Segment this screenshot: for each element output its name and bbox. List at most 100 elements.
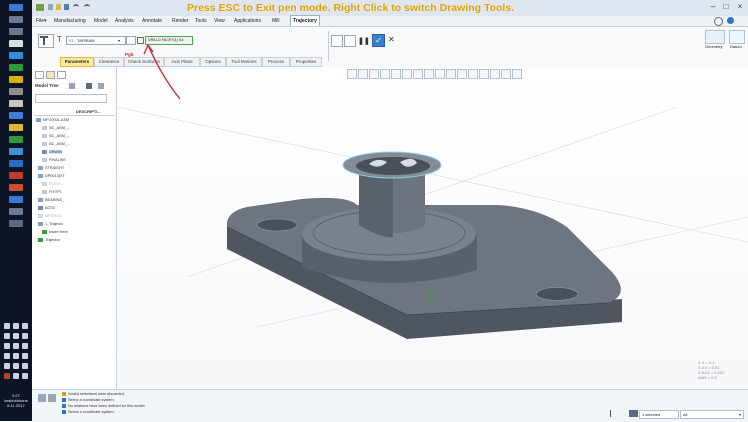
new-file-icon[interactable] (48, 4, 53, 10)
app-icon-6[interactable] (9, 136, 23, 143)
tree-filter-icon[interactable] (86, 83, 92, 89)
tray-icon-k[interactable] (13, 363, 19, 369)
subtab-process[interactable]: Process (262, 57, 290, 67)
tray-icon-b[interactable] (13, 333, 19, 339)
app-icon-11[interactable] (9, 196, 23, 203)
selection-filter-dropdown[interactable]: All ▾ (680, 410, 744, 419)
tray-icon-f[interactable] (22, 343, 28, 349)
tray-icon-l[interactable] (22, 363, 28, 369)
tray-icon-e[interactable] (13, 343, 19, 349)
tray-icon-j[interactable] (4, 363, 10, 369)
tray-icon-h[interactable] (13, 353, 19, 359)
tray-icon-n[interactable] (13, 373, 19, 379)
tab-applications[interactable]: Applications (234, 16, 261, 26)
graphics-window[interactable]: X.X = 0.1 X.XX = 0.01 X.XXX = 0.001 ANG … (117, 67, 748, 389)
file-explorer-icon[interactable] (9, 124, 23, 131)
tab-trajectory[interactable]: Trajectory (290, 15, 320, 26)
subtab-options[interactable]: Options (200, 57, 226, 67)
tray-network-icon[interactable] (13, 323, 19, 329)
app-icon-2[interactable] (9, 76, 23, 83)
tray-volume-icon[interactable] (22, 323, 28, 329)
pause-preview-button[interactable] (331, 35, 343, 47)
tray-icon-d[interactable] (4, 343, 10, 349)
app-icon-9[interactable] (9, 172, 23, 179)
tree-row[interactable]: ACS0 (38, 205, 55, 212)
tree-row[interactable]: Insert Here (42, 229, 68, 236)
datum-icon[interactable] (729, 30, 745, 44)
redo-icon[interactable] (84, 4, 90, 12)
tree-row[interactable]: MFG0001.ASM (36, 117, 69, 124)
app-icon-3[interactable] (9, 88, 23, 95)
cancel-button[interactable]: ✕ (388, 35, 395, 44)
subtab-parameters[interactable]: Parameters (60, 57, 94, 67)
tab-render[interactable]: Render (172, 16, 188, 26)
selection-count[interactable]: 1 selected (639, 410, 679, 419)
show-panel-icon[interactable] (38, 394, 46, 402)
help-icon[interactable] (727, 17, 734, 24)
browser-toggle-icon[interactable] (48, 394, 56, 402)
folder-tab-icon[interactable] (46, 71, 55, 79)
app-icon-7[interactable] (9, 148, 23, 155)
tray-icon-a[interactable] (4, 333, 10, 339)
ok-button[interactable]: ✓ (372, 34, 385, 47)
app-icon-5[interactable] (9, 112, 23, 119)
maximize-button[interactable]: □ (721, 3, 731, 11)
tree-row[interactable]: NC_ASM_... (42, 141, 70, 148)
tab-analysis[interactable]: Analysis (115, 16, 134, 26)
tab-tools[interactable]: Tools (195, 16, 207, 26)
tree-tab-icon[interactable] (35, 71, 44, 79)
tree-row[interactable]: Trajector (38, 237, 60, 244)
tree-row[interactable]: FINALIKE (42, 157, 66, 164)
tree-settings-icon[interactable] (69, 83, 75, 89)
favorites-tab-icon[interactable] (57, 71, 66, 79)
tree-row[interactable]: NC_ASM_... (42, 125, 70, 132)
edge-icon[interactable] (9, 52, 23, 59)
tree-row[interactable]: 1. Trajecto (38, 221, 63, 228)
app-icon-8[interactable] (9, 160, 23, 167)
column-header-description[interactable]: DESCRIPTI... (76, 109, 101, 114)
flag-icon[interactable] (610, 410, 616, 417)
tab-mill[interactable]: Mill (272, 16, 280, 26)
search-icon[interactable] (714, 17, 723, 26)
tree-row[interactable]: MFG0001 (38, 213, 62, 220)
find-icon[interactable] (629, 410, 638, 417)
tray-icon-i[interactable] (22, 353, 28, 359)
tray-icon-g[interactable] (4, 353, 10, 359)
pause-icon[interactable]: ❚❚ (358, 37, 370, 45)
tab-file[interactable]: File▾ (36, 16, 47, 26)
save-icon[interactable] (64, 4, 69, 10)
tab-view[interactable]: View (214, 16, 225, 26)
verify-button[interactable] (344, 35, 356, 47)
task-view-icon[interactable] (9, 40, 23, 47)
tab-manufacturing[interactable]: Manufacturing (54, 16, 86, 26)
app-icon-4[interactable] (9, 100, 23, 107)
tray-icon-m[interactable] (4, 373, 10, 379)
taskbar-clock[interactable]: 9.27 keskiviikkona 8.11.2017 (0, 393, 32, 408)
geometry-icon[interactable] (705, 30, 725, 44)
tree-row[interactable]: FIXTP1 (42, 189, 62, 196)
tool-type-button[interactable] (38, 34, 54, 48)
app-icon-1[interactable] (9, 64, 23, 71)
tree-row[interactable]: DRW00 (42, 149, 63, 156)
app-icon-13[interactable] (9, 220, 23, 227)
cortana-icon[interactable] (9, 28, 23, 35)
subtab-properties[interactable]: Properties (290, 57, 322, 67)
tab-model[interactable]: Model (94, 16, 108, 26)
tray-icon-o[interactable] (22, 373, 28, 379)
tree-search-field[interactable] (35, 94, 107, 103)
tree-row[interactable]: DP0013(XT (38, 173, 65, 180)
undo-icon[interactable] (73, 4, 79, 12)
app-icon-10[interactable] (9, 184, 23, 191)
minimize-button[interactable]: – (708, 3, 718, 11)
subtab-tool-motions[interactable]: Tool Motions (226, 57, 262, 67)
open-icon[interactable] (56, 4, 61, 10)
app-icon-12[interactable] (9, 208, 23, 215)
close-button[interactable]: × (735, 3, 745, 11)
tree-row[interactable]: STRAIGHT (38, 165, 64, 172)
tray-icon-c[interactable] (22, 333, 28, 339)
search-icon[interactable] (9, 16, 23, 23)
tree-row[interactable]: BEARING_ (38, 197, 64, 204)
tab-annotate[interactable]: Annotate (142, 16, 162, 26)
tray-up-icon[interactable] (4, 323, 10, 329)
tree-row[interactable]: NC_ASM_... (42, 133, 70, 140)
